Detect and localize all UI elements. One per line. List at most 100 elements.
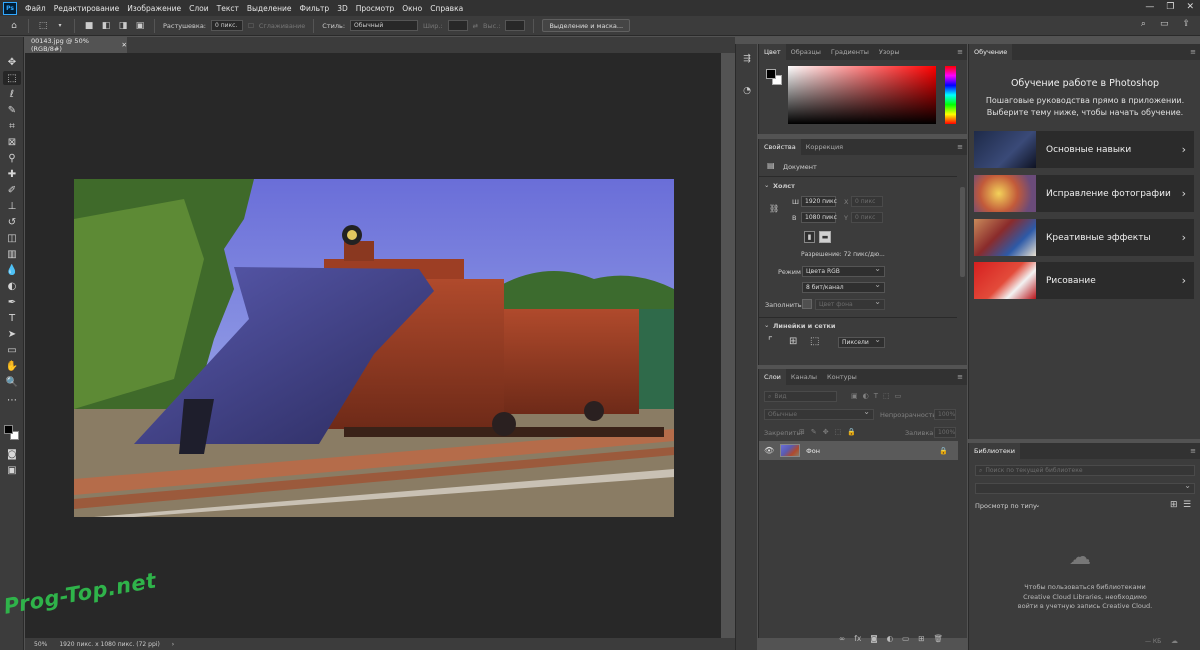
- shape-tool-icon[interactable]: ▭: [3, 343, 21, 357]
- subtract-selection-icon[interactable]: ◨: [117, 20, 129, 32]
- delete-layer-icon[interactable]: 🗑: [934, 634, 944, 643]
- canvas-y-input[interactable]: 0 пикс: [851, 212, 883, 223]
- history-panel-icon[interactable]: ⇶: [740, 52, 754, 66]
- menu-view[interactable]: Просмотр: [352, 4, 399, 13]
- portrait-orientation-button[interactable]: ▮: [804, 231, 815, 243]
- chevron-down-icon[interactable]: ⌄: [1035, 501, 1040, 509]
- antialias-checkbox[interactable]: ☐: [248, 22, 254, 30]
- chevron-down-icon[interactable]: ▾: [54, 20, 66, 32]
- canvas-section-title[interactable]: Холст: [773, 182, 795, 190]
- menu-select[interactable]: Выделение: [243, 4, 296, 13]
- eraser-tool-icon[interactable]: ◫: [3, 231, 21, 245]
- link-icon[interactable]: ⛓: [769, 204, 779, 213]
- layer-filter-input[interactable]: ⌕ Вид: [764, 391, 837, 402]
- frame-tool-icon[interactable]: ⊠: [3, 135, 21, 149]
- lock-icons[interactable]: ⊞✎✥⬚🔒: [799, 428, 862, 436]
- landscape-orientation-button[interactable]: ▬: [819, 231, 831, 243]
- tab-learn[interactable]: Обучение: [969, 44, 1013, 60]
- blur-tool-icon[interactable]: 💧: [3, 263, 21, 277]
- layer-filter-icons[interactable]: ▣◐T⬚▭: [851, 392, 906, 400]
- clone-stamp-tool-icon[interactable]: ⊥: [3, 199, 21, 213]
- ruler-icon[interactable]: ⌜: [768, 336, 773, 347]
- tab-paths[interactable]: Контуры: [822, 369, 862, 385]
- color-field[interactable]: [788, 66, 936, 124]
- dodge-tool-icon[interactable]: ◐: [3, 279, 21, 293]
- library-select[interactable]: [975, 481, 1195, 494]
- layer-style-icon[interactable]: fx: [854, 634, 861, 643]
- panel-menu-icon[interactable]: ≡: [1190, 447, 1196, 455]
- new-group-icon[interactable]: ▭: [902, 634, 909, 643]
- hand-tool-icon[interactable]: ✋: [3, 359, 21, 373]
- tab-channels[interactable]: Каналы: [786, 369, 822, 385]
- marquee-tool-icon[interactable]: ⬚: [3, 71, 21, 85]
- tab-properties[interactable]: Свойства: [759, 139, 801, 155]
- mode-select[interactable]: Цвета RGB: [802, 264, 885, 277]
- feather-input[interactable]: 0 пикс.: [211, 20, 243, 31]
- swap-icon[interactable]: ⇄: [473, 22, 478, 30]
- menu-window[interactable]: Окно: [398, 4, 426, 13]
- panel-menu-icon[interactable]: ≡: [957, 48, 963, 56]
- layer-row[interactable]: 👁 Фон 🔒: [759, 441, 958, 460]
- zoom-level[interactable]: 50%: [34, 641, 47, 648]
- status-arrow-icon[interactable]: ›: [172, 641, 174, 648]
- guides-icon[interactable]: ⬚: [810, 336, 819, 347]
- add-selection-icon[interactable]: ◧: [100, 20, 112, 32]
- foreground-color-swatch[interactable]: [4, 425, 13, 434]
- style-select[interactable]: Обычный: [350, 20, 419, 31]
- new-layer-icon[interactable]: ⊞: [918, 634, 924, 643]
- fill-select[interactable]: Цвет фона: [815, 297, 885, 310]
- lasso-tool-icon[interactable]: ℓ: [3, 87, 21, 101]
- panel-menu-icon[interactable]: ≡: [957, 373, 963, 381]
- eyedropper-tool-icon[interactable]: ⚲: [3, 151, 21, 165]
- scrollbar[interactable]: [960, 187, 965, 277]
- canvas-width-input[interactable]: 1920 пикс: [801, 196, 837, 207]
- menu-edit[interactable]: Редактирование: [50, 4, 123, 13]
- learn-item-painting[interactable]: Рисование ›: [974, 262, 1194, 299]
- move-tool-icon[interactable]: ✥: [3, 55, 21, 69]
- learn-item-creative-effects[interactable]: Креативные эффекты ›: [974, 219, 1194, 256]
- intersect-selection-icon[interactable]: ▣: [134, 20, 146, 32]
- minimize-button[interactable]: —: [1145, 2, 1154, 12]
- brush-tool-icon[interactable]: ✐: [3, 183, 21, 197]
- fill-input[interactable]: 100%: [934, 427, 956, 438]
- select-and-mask-button[interactable]: Выделение и маска...: [542, 19, 631, 32]
- menu-file[interactable]: Файл: [21, 4, 50, 13]
- units-select[interactable]: Пиксели: [838, 335, 885, 348]
- width-input[interactable]: [447, 20, 468, 31]
- workspace-icon[interactable]: ▭: [1160, 19, 1169, 29]
- quick-select-tool-icon[interactable]: ✎: [3, 103, 21, 117]
- visibility-eye-icon[interactable]: 👁: [764, 446, 774, 455]
- more-tools-icon[interactable]: ⋯: [3, 393, 21, 407]
- crop-tool-icon[interactable]: ⌗: [3, 119, 21, 133]
- panel-menu-icon[interactable]: ≡: [1190, 48, 1196, 56]
- bit-depth-select[interactable]: 8 бит/канал: [802, 280, 885, 293]
- pen-tool-icon[interactable]: ✒: [3, 295, 21, 309]
- tab-adjustments[interactable]: Коррекция: [801, 139, 848, 155]
- history-brush-tool-icon[interactable]: ↺: [3, 215, 21, 229]
- search-icon[interactable]: ⌕: [1141, 19, 1146, 29]
- restore-button[interactable]: ❐: [1166, 2, 1174, 12]
- tab-swatches[interactable]: Образцы: [786, 44, 826, 60]
- menu-layers[interactable]: Слои: [185, 4, 213, 13]
- menu-filter[interactable]: Фильтр: [296, 4, 334, 13]
- height-input[interactable]: [505, 20, 526, 31]
- healing-brush-tool-icon[interactable]: ✚: [3, 167, 21, 181]
- menu-3d[interactable]: 3D: [333, 4, 352, 13]
- adjustment-layer-icon[interactable]: ◐: [887, 634, 894, 643]
- fill-color-swatch[interactable]: [802, 299, 812, 309]
- menu-image[interactable]: Изображение: [123, 4, 185, 13]
- view-by-type-label[interactable]: Просмотр по типу: [975, 502, 1037, 510]
- tab-patterns[interactable]: Узоры: [874, 44, 905, 60]
- path-select-tool-icon[interactable]: ➤: [3, 327, 21, 341]
- chevron-down-icon[interactable]: ⌄: [764, 321, 769, 329]
- home-icon[interactable]: ⌂: [8, 20, 20, 32]
- tab-layers[interactable]: Слои: [759, 369, 786, 385]
- marquee-preset-icon[interactable]: ⬚: [37, 20, 49, 32]
- document-tab[interactable]: 00143.jpg @ 50% (RGB/8#) ✕: [25, 37, 127, 53]
- canvas-x-input[interactable]: 0 пикс: [851, 196, 883, 207]
- grid-icon[interactable]: ⊞: [789, 336, 797, 347]
- grid-view-icon[interactable]: ⊞: [1170, 500, 1178, 510]
- list-view-icon[interactable]: ☰: [1183, 500, 1191, 510]
- learn-item-basics[interactable]: Основные навыки ›: [974, 131, 1194, 168]
- quick-mask-icon[interactable]: ◙: [3, 447, 21, 461]
